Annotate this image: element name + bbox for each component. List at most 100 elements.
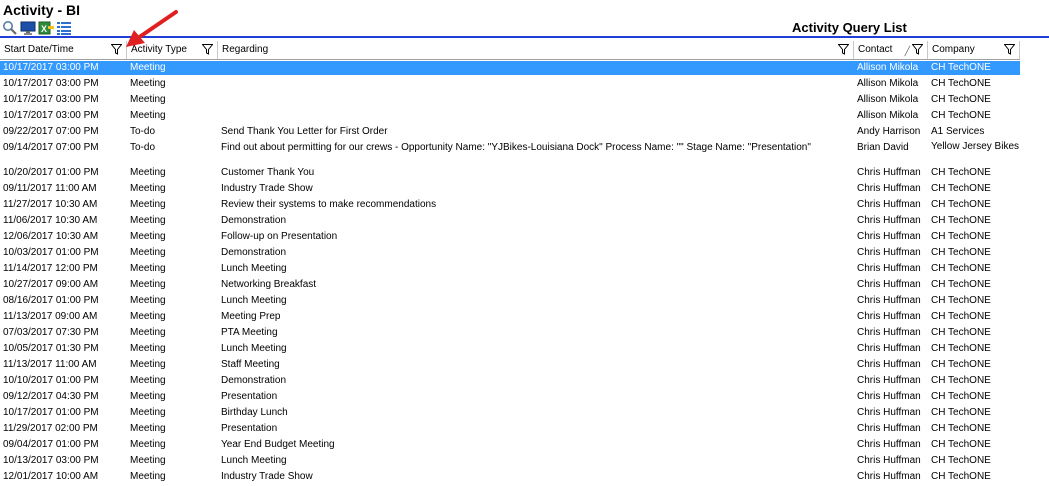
list-icon[interactable] [56, 20, 72, 36]
cell-activity-type: Meeting [130, 247, 166, 258]
table-row[interactable]: 12/01/2017 10:00 AM Meeting Industry Trade… [0, 470, 1020, 486]
filter-icon[interactable] [202, 44, 213, 55]
filter-icon[interactable] [1004, 44, 1015, 55]
cell-start-date: 09/12/2017 04:30 PM [3, 391, 99, 402]
cell-start-date: 11/27/2017 10:30 AM [3, 199, 98, 210]
cell-regarding: Lunch Meeting [221, 455, 287, 466]
cell-company: A1 Services [931, 126, 985, 137]
table-row[interactable]: 10/10/2017 01:00 PM Meeting Demonstration C… [0, 374, 1020, 390]
cell-company: CH TechONE [931, 359, 991, 370]
cell-start-date: 10/10/2017 01:00 PM [3, 375, 99, 386]
cell-start-date: 10/27/2017 09:00 AM [3, 279, 99, 290]
cell-activity-type: To-do [130, 142, 156, 153]
cell-contact: Chris Huffman [857, 407, 921, 418]
table-row[interactable]: 08/16/2017 01:00 PM Meeting Lunch Meeting C… [0, 294, 1020, 310]
table-row[interactable]: 09/14/2017 07:00 PM To-do Find out about p… [0, 141, 1020, 166]
table-row[interactable]: 10/03/2017 01:00 PM Meeting Demonstration C… [0, 246, 1020, 262]
table-row[interactable]: 10/17/2017 03:00 PM Meeting Allison Mikola… [0, 60, 1021, 76]
table-row[interactable]: 09/11/2017 11:00 AM Meeting Industry Trade… [0, 182, 1020, 198]
cell-company: CH TechONE [931, 327, 991, 338]
cell-contact: Chris Huffman [857, 295, 921, 306]
cell-regarding: Demonstration [221, 247, 287, 258]
cell-company: CH TechONE [931, 231, 991, 242]
table-row[interactable]: 10/17/2017 03:00 PM Meeting Allison Mikola… [0, 93, 1020, 109]
table-row[interactable]: 10/20/2017 01:00 PM Meeting Customer Thank… [0, 166, 1020, 182]
cell-company: CH TechONE [931, 423, 991, 434]
svg-text:X: X [41, 24, 47, 34]
cell-regarding: Customer Thank You [221, 167, 315, 178]
table-row[interactable]: 10/13/2017 03:00 PM Meeting Lunch Meeting C… [0, 454, 1020, 470]
cell-start-date: 09/14/2017 07:00 PM [3, 142, 99, 153]
cell-start-date: 10/17/2017 01:00 PM [3, 407, 99, 418]
cell-company: CH TechONE [931, 375, 991, 386]
cell-activity-type: Meeting [130, 78, 166, 89]
column-header-start-date[interactable]: Start Date/Time [0, 41, 127, 59]
cell-start-date: 10/03/2017 01:00 PM [3, 247, 99, 258]
cell-regarding: Lunch Meeting [221, 263, 287, 274]
cell-activity-type: Meeting [130, 471, 166, 482]
cell-contact: Chris Huffman [857, 359, 921, 370]
table-row[interactable]: 11/27/2017 10:30 AM Meeting Review their s… [0, 198, 1020, 214]
cell-activity-type: Meeting [130, 343, 166, 354]
table-row[interactable]: 10/17/2017 03:00 PM Meeting Allison Mikola… [0, 109, 1020, 125]
table-row[interactable]: 10/05/2017 01:30 PM Meeting Lunch Meeting C… [0, 342, 1020, 358]
cell-start-date: 10/13/2017 03:00 PM [3, 455, 99, 466]
table-row[interactable]: 09/04/2017 01:00 PM Meeting Year End Budge… [0, 438, 1020, 454]
monitor-icon[interactable] [20, 20, 36, 36]
cell-regarding: Industry Trade Show [221, 471, 313, 482]
cell-activity-type: Meeting [130, 279, 166, 290]
table-row[interactable]: 10/17/2017 03:00 PM Meeting Allison Mikola… [0, 77, 1020, 93]
column-header-label: Activity Type [131, 44, 187, 55]
table-row[interactable]: 11/13/2017 09:00 AM Meeting Meeting Prep Ch… [0, 310, 1020, 326]
column-header-row: Start Date/Time Activity Type Regarding … [0, 41, 1020, 60]
column-header-label: Start Date/Time [4, 44, 74, 55]
column-header-company[interactable]: Company [928, 41, 1020, 59]
cell-regarding: Birthday Lunch [221, 407, 288, 418]
table-row[interactable]: 09/22/2017 07:00 PM To-do Send Thank You L… [0, 125, 1020, 141]
cell-regarding: Year End Budget Meeting [221, 439, 335, 450]
cell-start-date: 08/16/2017 01:00 PM [3, 295, 99, 306]
column-header-activity-type[interactable]: Activity Type [127, 41, 218, 59]
column-header-label: Company [932, 44, 975, 55]
cell-start-date: 10/17/2017 03:00 PM [3, 110, 99, 121]
cell-company: CH TechONE [931, 110, 991, 121]
table-row[interactable]: 12/06/2017 10:30 AM Meeting Follow-up on P… [0, 230, 1020, 246]
cell-contact: Chris Huffman [857, 471, 921, 482]
cell-activity-type: Meeting [130, 199, 166, 210]
cell-company: CH TechONE [931, 407, 991, 418]
cell-regarding: Meeting Prep [221, 311, 281, 322]
table-row[interactable]: 11/13/2017 11:00 AM Meeting Staff Meeting C… [0, 358, 1020, 374]
cell-company: CH TechONE [931, 78, 991, 89]
table-row[interactable]: 10/17/2017 01:00 PM Meeting Birthday Lunch… [0, 406, 1020, 422]
cell-regarding: Lunch Meeting [221, 343, 287, 354]
column-header-contact[interactable]: Contact ╱ [854, 41, 928, 59]
column-header-regarding[interactable]: Regarding [218, 41, 854, 59]
table-row[interactable]: 07/03/2017 07:30 PM Meeting PTA Meeting Chr… [0, 326, 1020, 342]
cell-company: CH TechONE [931, 471, 991, 482]
cell-start-date: 11/14/2017 12:00 PM [3, 263, 98, 274]
search-icon[interactable] [2, 20, 18, 36]
cell-start-date: 11/29/2017 02:00 PM [3, 423, 98, 434]
table-row[interactable]: 11/14/2017 12:00 PM Meeting Lunch Meeting C… [0, 262, 1020, 278]
table-row[interactable]: 09/12/2017 04:30 PM Meeting Presentation Ch… [0, 390, 1020, 406]
cell-activity-type: Meeting [130, 110, 166, 121]
cell-contact: Allison Mikola [857, 78, 919, 89]
filter-icon[interactable] [111, 44, 122, 55]
table-row[interactable]: 10/27/2017 09:00 AM Meeting Networking Bre… [0, 278, 1020, 294]
cell-contact: Chris Huffman [857, 279, 921, 290]
cell-contact: Chris Huffman [857, 215, 921, 226]
filter-icon[interactable] [912, 44, 923, 55]
cell-company: CH TechONE [931, 295, 991, 306]
cell-activity-type: Meeting [130, 359, 166, 370]
cell-activity-type: To-do [130, 126, 156, 137]
filter-icon[interactable] [838, 44, 849, 55]
cell-contact: Chris Huffman [857, 343, 921, 354]
cell-contact: Andy Harrison [857, 126, 921, 137]
table-row[interactable]: 11/06/2017 10:30 AM Meeting Demonstration C… [0, 214, 1020, 230]
cell-start-date: 10/17/2017 03:00 PM [3, 78, 99, 89]
cell-activity-type: Meeting [130, 62, 166, 73]
export-excel-icon[interactable]: X [38, 20, 54, 36]
cell-regarding: Find out about permitting for our crews … [221, 142, 811, 153]
table-row[interactable]: 11/29/2017 02:00 PM Meeting Presentation Ch… [0, 422, 1020, 438]
cell-company: CH TechONE [931, 199, 991, 210]
